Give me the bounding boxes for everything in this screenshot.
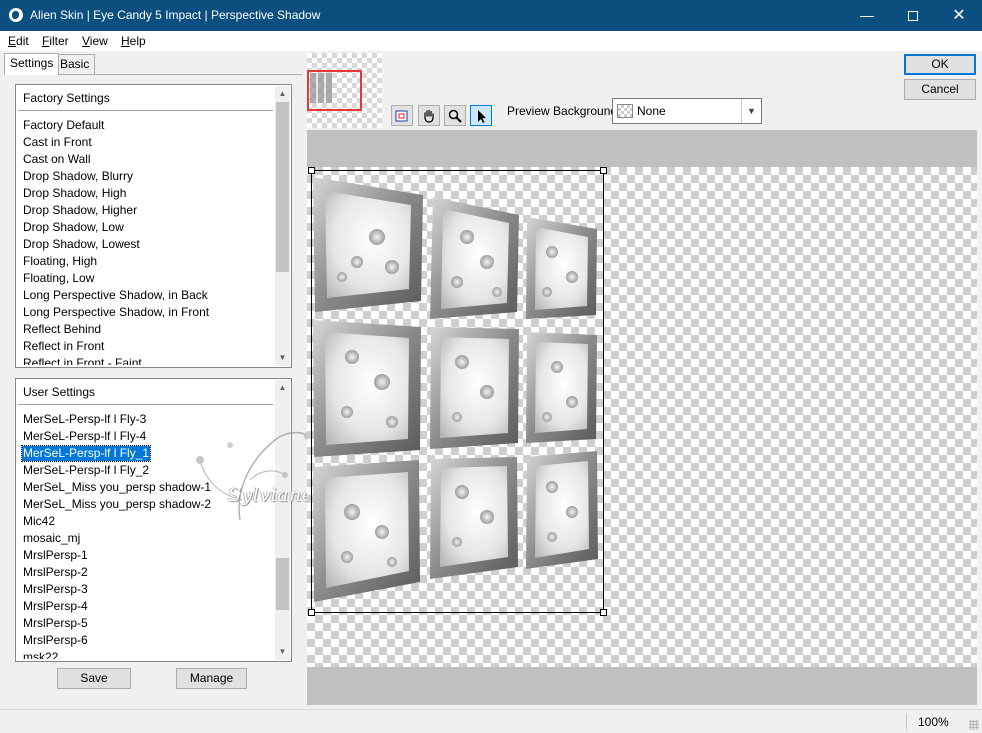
list-item[interactable]: MrslPersp-5	[18, 615, 273, 632]
alien-skin-app-icon[interactable]	[9, 8, 23, 22]
preview-background-label: Preview Background:	[507, 104, 621, 118]
hand-tool-button[interactable]	[418, 105, 440, 126]
manage-button[interactable]: Manage	[176, 668, 247, 689]
menu-help[interactable]: Help	[121, 34, 146, 48]
close-button[interactable]: ✕	[936, 0, 982, 31]
selected-item-label: MerSeL-Persp-lf l Fly_1	[20, 445, 152, 462]
resize-grip-icon[interactable]	[969, 720, 979, 730]
preview-background-value: None	[637, 104, 666, 118]
list-item[interactable]: Cast in Front	[18, 134, 273, 151]
minimize-button[interactable]: —	[844, 0, 890, 31]
zoom-level: 100%	[918, 715, 949, 729]
navigate-icon	[395, 110, 408, 122]
user-settings-header: User Settings	[18, 381, 273, 405]
zoom-tool-button[interactable]	[444, 105, 466, 126]
list-item[interactable]: MrslPersp-3	[18, 581, 273, 598]
list-item[interactable]: Reflect in Front	[18, 338, 273, 355]
save-button[interactable]: Save	[57, 668, 131, 689]
maximize-icon	[908, 11, 918, 22]
watermark-text: Sylviane	[228, 484, 314, 506]
scroll-up-icon[interactable]: ▲	[275, 86, 290, 102]
user-settings-scrollbar[interactable]: ▲ ▼	[275, 380, 290, 660]
tab-settings[interactable]: Settings	[4, 53, 60, 75]
arrow-icon	[478, 110, 486, 123]
factory-settings-content: Factory Settings Factory Default Cast in…	[18, 87, 273, 365]
resize-handle-bottom-left[interactable]	[308, 609, 315, 616]
menu-bar: Edit Filter View Help	[0, 31, 982, 51]
list-item[interactable]: Drop Shadow, High	[18, 185, 273, 202]
chevron-down-icon[interactable]: ▼	[741, 99, 761, 123]
list-item[interactable]: MerSeL-Persp-lf l Fly-4	[18, 428, 273, 445]
tab-basic[interactable]: Basic	[54, 54, 96, 74]
list-item[interactable]: Drop Shadow, Lowest	[18, 236, 273, 253]
list-item[interactable]: MerSeL-Persp-lf l Fly-3	[18, 411, 273, 428]
hand-icon	[424, 109, 434, 123]
list-item[interactable]: MrslPersp-6	[18, 632, 273, 649]
status-bar: 100%	[0, 709, 982, 733]
resize-handle-top-right[interactable]	[600, 167, 607, 174]
factory-settings-scrollbar[interactable]: ▲ ▼	[275, 86, 290, 366]
menu-view[interactable]: View	[82, 34, 108, 48]
preview-background-select[interactable]: None ▼	[612, 98, 762, 124]
resize-handle-top-left[interactable]	[308, 167, 315, 174]
scroll-down-icon[interactable]: ▼	[275, 350, 290, 366]
list-item[interactable]: MerSeL-Persp-lf l Fly_2	[18, 462, 273, 479]
navigator-view-frame[interactable]	[307, 70, 362, 111]
list-item[interactable]: Drop Shadow, Low	[18, 219, 273, 236]
list-item[interactable]: Mic42	[18, 513, 273, 530]
list-item[interactable]: msk22	[18, 649, 273, 660]
list-item[interactable]: Long Perspective Shadow, in Front	[18, 304, 273, 321]
list-item[interactable]: Long Perspective Shadow, in Back	[18, 287, 273, 304]
navigate-tool-button[interactable]	[391, 105, 413, 126]
resize-handle-bottom-right[interactable]	[600, 609, 607, 616]
list-item[interactable]: MrslPersp-2	[18, 564, 273, 581]
list-item[interactable]: Floating, High	[18, 253, 273, 270]
list-item[interactable]: Cast on Wall	[18, 151, 273, 168]
scroll-down-icon[interactable]: ▼	[275, 644, 290, 660]
list-item-selected[interactable]: MerSeL-Persp-lf l Fly_1	[18, 445, 273, 462]
ok-button[interactable]: OK	[904, 54, 976, 75]
zoom-icon	[448, 109, 462, 123]
scroll-up-icon[interactable]: ▲	[275, 380, 290, 396]
navigator-thumbnail[interactable]	[307, 53, 382, 128]
list-item[interactable]: MrslPersp-4	[18, 598, 273, 615]
list-item[interactable]: MrslPersp-1	[18, 547, 273, 564]
user-settings-list[interactable]: User Settings MerSeL-Persp-lf l Fly-3 Me…	[15, 378, 292, 662]
factory-settings-header: Factory Settings	[18, 87, 273, 111]
factory-settings-list[interactable]: Factory Settings Factory Default Cast in…	[15, 84, 292, 368]
scroll-thumb[interactable]	[276, 102, 289, 272]
list-item[interactable]: Drop Shadow, Blurry	[18, 168, 273, 185]
user-settings-content: User Settings MerSeL-Persp-lf l Fly-3 Me…	[18, 381, 273, 659]
status-separator	[906, 713, 907, 731]
list-item[interactable]: Factory Default	[18, 117, 273, 134]
transparent-swatch-icon	[617, 104, 633, 118]
select-tool-button[interactable]	[470, 105, 492, 126]
cancel-button[interactable]: Cancel	[904, 79, 976, 100]
list-item[interactable]: mosaic_mj	[18, 530, 273, 547]
list-item[interactable]: Reflect Behind	[18, 321, 273, 338]
menu-filter[interactable]: Filter	[42, 34, 69, 48]
list-item[interactable]: Reflect in Front - Faint	[18, 355, 273, 366]
menu-edit[interactable]: Edit	[8, 34, 29, 48]
scroll-thumb[interactable]	[276, 558, 289, 610]
title-bar: Alien Skin | Eye Candy 5 Impact | Perspe…	[0, 0, 982, 31]
window-title: Alien Skin | Eye Candy 5 Impact | Perspe…	[30, 8, 321, 22]
list-item[interactable]: Floating, Low	[18, 270, 273, 287]
selection-bounding-box[interactable]	[311, 170, 604, 613]
list-item[interactable]: Drop Shadow, Higher	[18, 202, 273, 219]
maximize-button[interactable]	[890, 0, 936, 31]
